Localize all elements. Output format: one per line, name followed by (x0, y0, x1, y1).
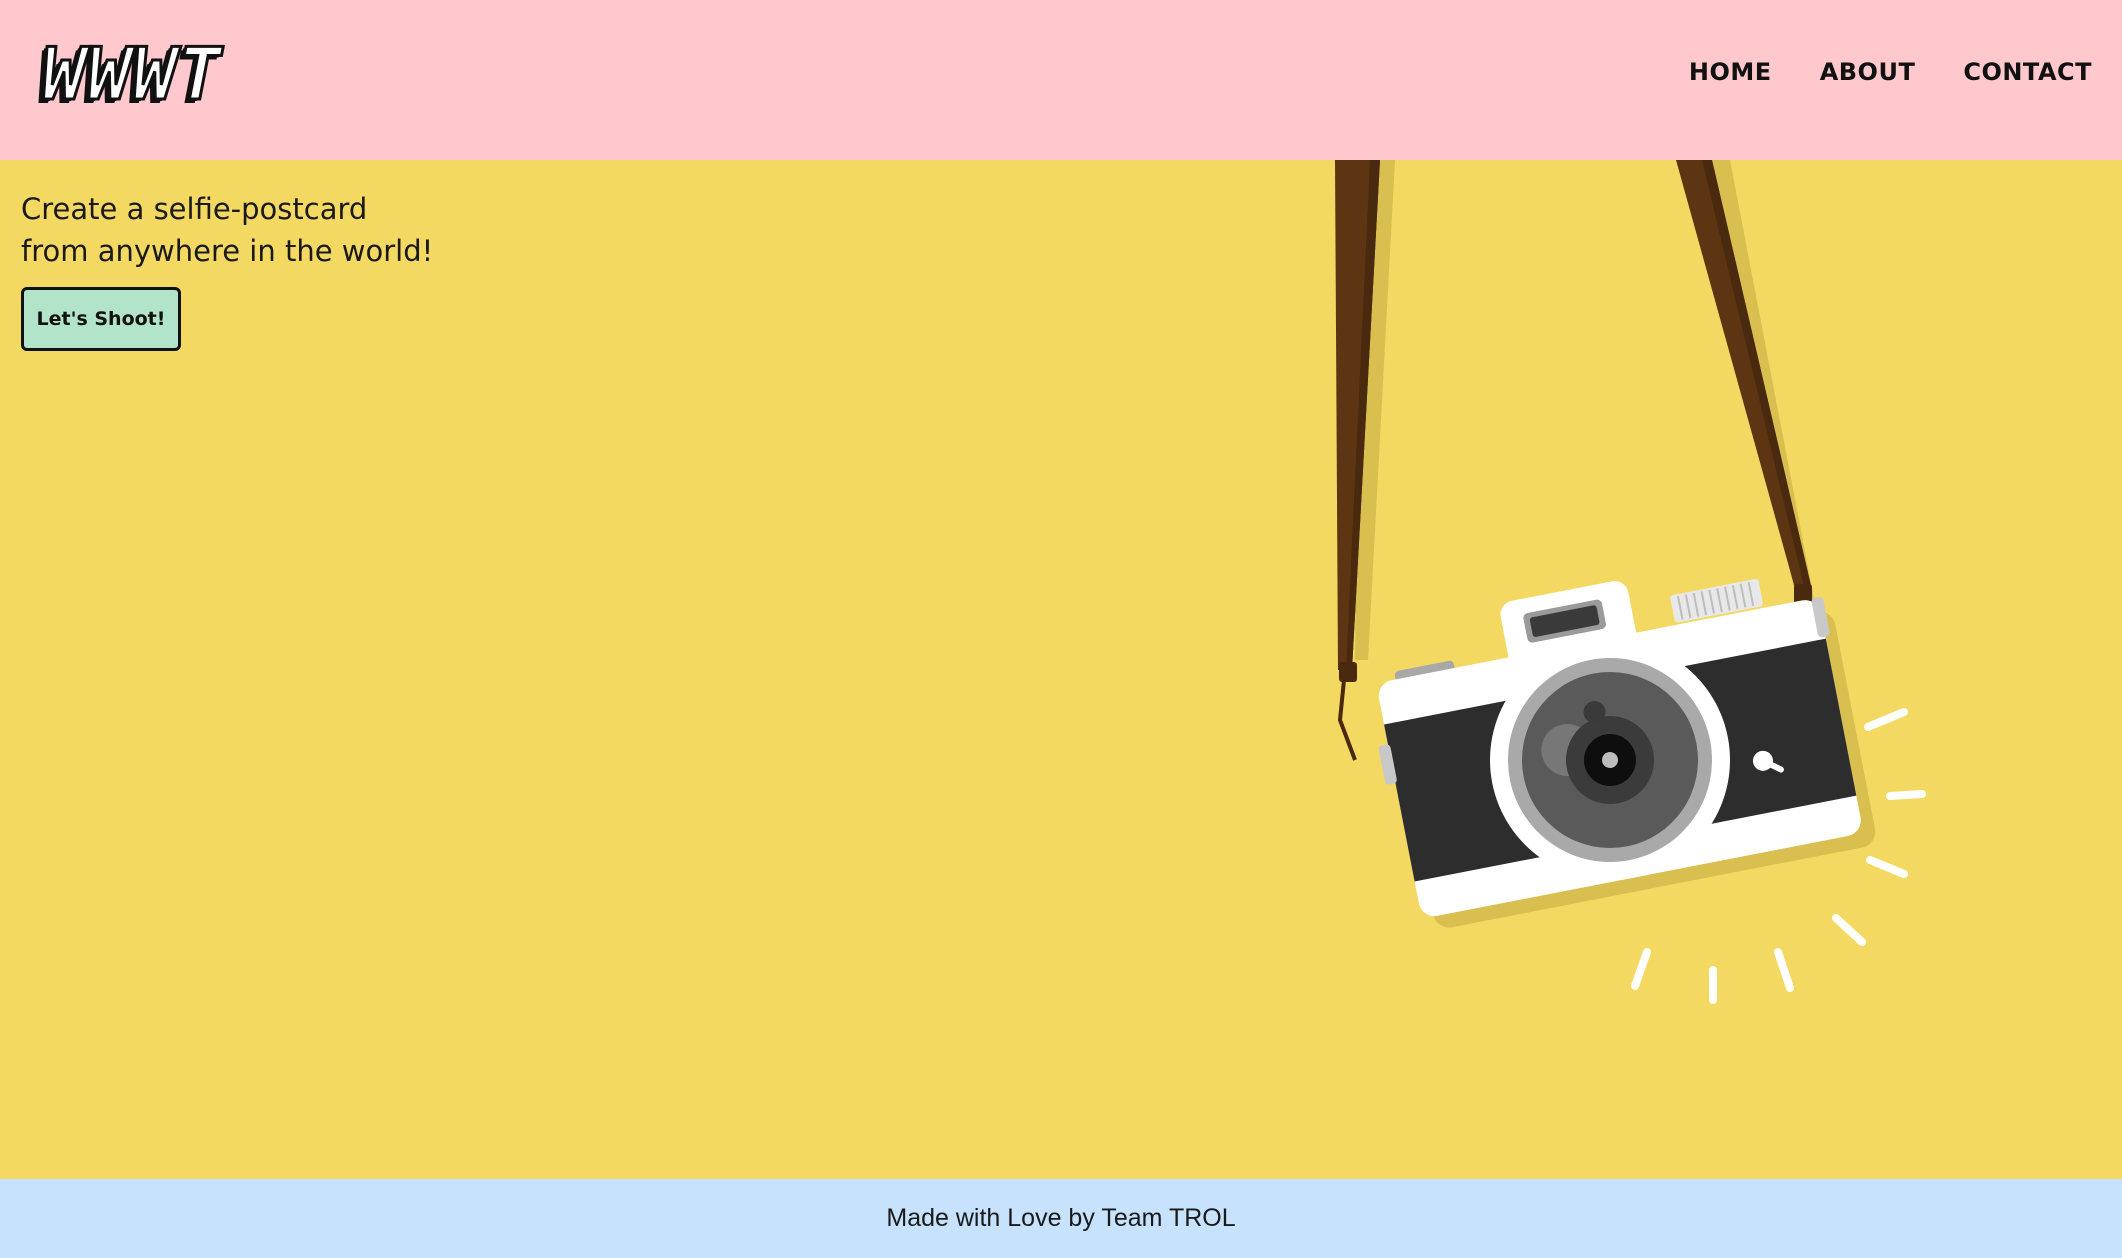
tagline-line-1: Create a selfie-postcard (21, 192, 368, 226)
camera-icon (1335, 160, 1926, 1004)
strap-left-buckle (1339, 662, 1357, 682)
site-logo[interactable]: WWWT (40, 37, 223, 112)
nav-about-link[interactable]: ABOUT (1820, 58, 1916, 86)
site-header: WWWT HOME ABOUT CONTACT (0, 0, 2122, 160)
strap-left-ring (1337, 679, 1357, 761)
hero-tagline: Create a selfie-postcard from anywhere i… (21, 188, 433, 272)
site-footer: Made with Love by Team TROL (0, 1179, 2122, 1258)
nav-home-link[interactable]: HOME (1689, 58, 1772, 86)
lets-shoot-button[interactable]: Let's Shoot! (21, 287, 181, 351)
tagline-line-2: from anywhere in the world! (21, 234, 434, 268)
main-nav: HOME ABOUT CONTACT (1689, 58, 2092, 86)
hero-section: Create a selfie-postcard from anywhere i… (0, 160, 2122, 1179)
nav-contact-link[interactable]: CONTACT (1963, 58, 2092, 86)
footer-credit: Made with Love by Team TROL (886, 1204, 1236, 1232)
strap-right-edge (1702, 160, 1812, 591)
